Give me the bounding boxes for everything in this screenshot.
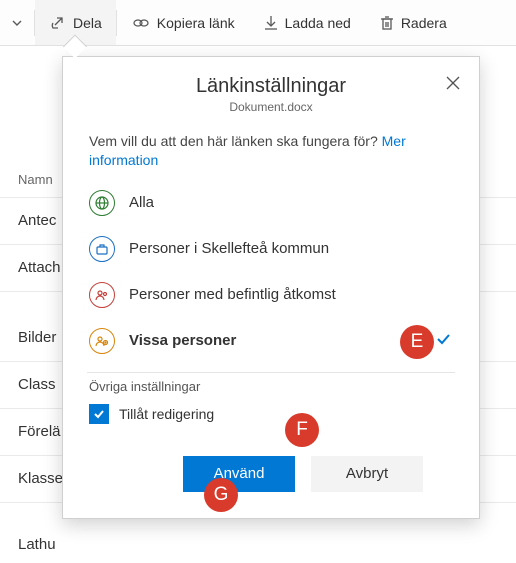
- download-label: Ladda ned: [285, 15, 351, 31]
- trash-icon: [379, 14, 395, 32]
- option-existing-access[interactable]: Personer med befintlig åtkomst: [77, 272, 465, 318]
- column-header-name[interactable]: Namn: [18, 172, 53, 187]
- download-button[interactable]: Ladda ned: [249, 0, 365, 45]
- dialog-title: Länkinställningar: [83, 75, 459, 98]
- allow-editing-label: Tillåt redigering: [119, 406, 214, 422]
- prompt-text: Vem vill du att den här länken ska funge…: [89, 133, 378, 149]
- people-specific-icon: [89, 328, 115, 354]
- share-label: Dela: [73, 15, 102, 31]
- share-button[interactable]: Dela: [35, 0, 116, 45]
- delete-button[interactable]: Radera: [365, 0, 461, 45]
- selected-check: [435, 331, 451, 350]
- dialog-header: Länkinställningar Dokument.docx: [63, 57, 479, 124]
- close-icon: [445, 75, 461, 91]
- apply-button[interactable]: Använd: [183, 456, 295, 492]
- other-settings-label: Övriga inställningar: [89, 379, 453, 394]
- dialog-subtitle: Dokument.docx: [83, 100, 459, 114]
- option-existing-access-label: Personer med befintlig åtkomst: [129, 286, 336, 303]
- annotation-g: G: [204, 478, 238, 512]
- toolbar: Dela Kopiera länk Ladda ned Radera: [0, 0, 516, 46]
- chevron-down-icon: [10, 16, 24, 30]
- toolbar-dropdown[interactable]: [0, 0, 34, 45]
- other-settings-section: Övriga inställningar Tillåt redigering: [63, 373, 479, 430]
- download-icon: [263, 14, 279, 32]
- option-organization-label: Personer i Skellefteå kommun: [129, 240, 329, 257]
- annotation-f: F: [285, 413, 319, 447]
- dialog-footer: Använd Avbryt: [63, 430, 479, 492]
- copy-link-label: Kopiera länk: [157, 15, 235, 31]
- option-specific-people-label: Vissa personer: [129, 332, 236, 349]
- allow-editing-checkbox[interactable]: [89, 404, 109, 424]
- link-settings-dialog: Länkinställningar Dokument.docx Vem vill…: [62, 56, 480, 519]
- list-item[interactable]: Bilder: [18, 329, 56, 346]
- list-item[interactable]: Attach: [18, 259, 61, 276]
- close-button[interactable]: [445, 75, 461, 94]
- allow-editing-row[interactable]: Tillåt redigering: [89, 404, 453, 424]
- option-organization[interactable]: Personer i Skellefteå kommun: [77, 226, 465, 272]
- copy-link-button[interactable]: Kopiera länk: [117, 0, 249, 45]
- dialog-prompt: Vem vill du att den här länken ska funge…: [63, 124, 479, 174]
- list-item[interactable]: Klasse: [18, 470, 63, 487]
- people-existing-icon: [89, 282, 115, 308]
- list-item[interactable]: Class: [18, 376, 56, 393]
- briefcase-icon: [89, 236, 115, 262]
- list-item[interactable]: Lathu: [18, 536, 56, 553]
- share-icon: [49, 14, 67, 32]
- link-icon: [131, 14, 151, 32]
- cancel-button[interactable]: Avbryt: [311, 456, 423, 492]
- annotation-e: E: [400, 325, 434, 359]
- list-item[interactable]: Antec: [18, 212, 56, 229]
- option-anyone[interactable]: Alla: [77, 180, 465, 226]
- globe-icon: [89, 190, 115, 216]
- delete-label: Radera: [401, 15, 447, 31]
- checkmark-icon: [92, 407, 106, 421]
- list-item[interactable]: Förelä: [18, 423, 61, 440]
- option-anyone-label: Alla: [129, 194, 154, 211]
- check-icon: [435, 331, 451, 347]
